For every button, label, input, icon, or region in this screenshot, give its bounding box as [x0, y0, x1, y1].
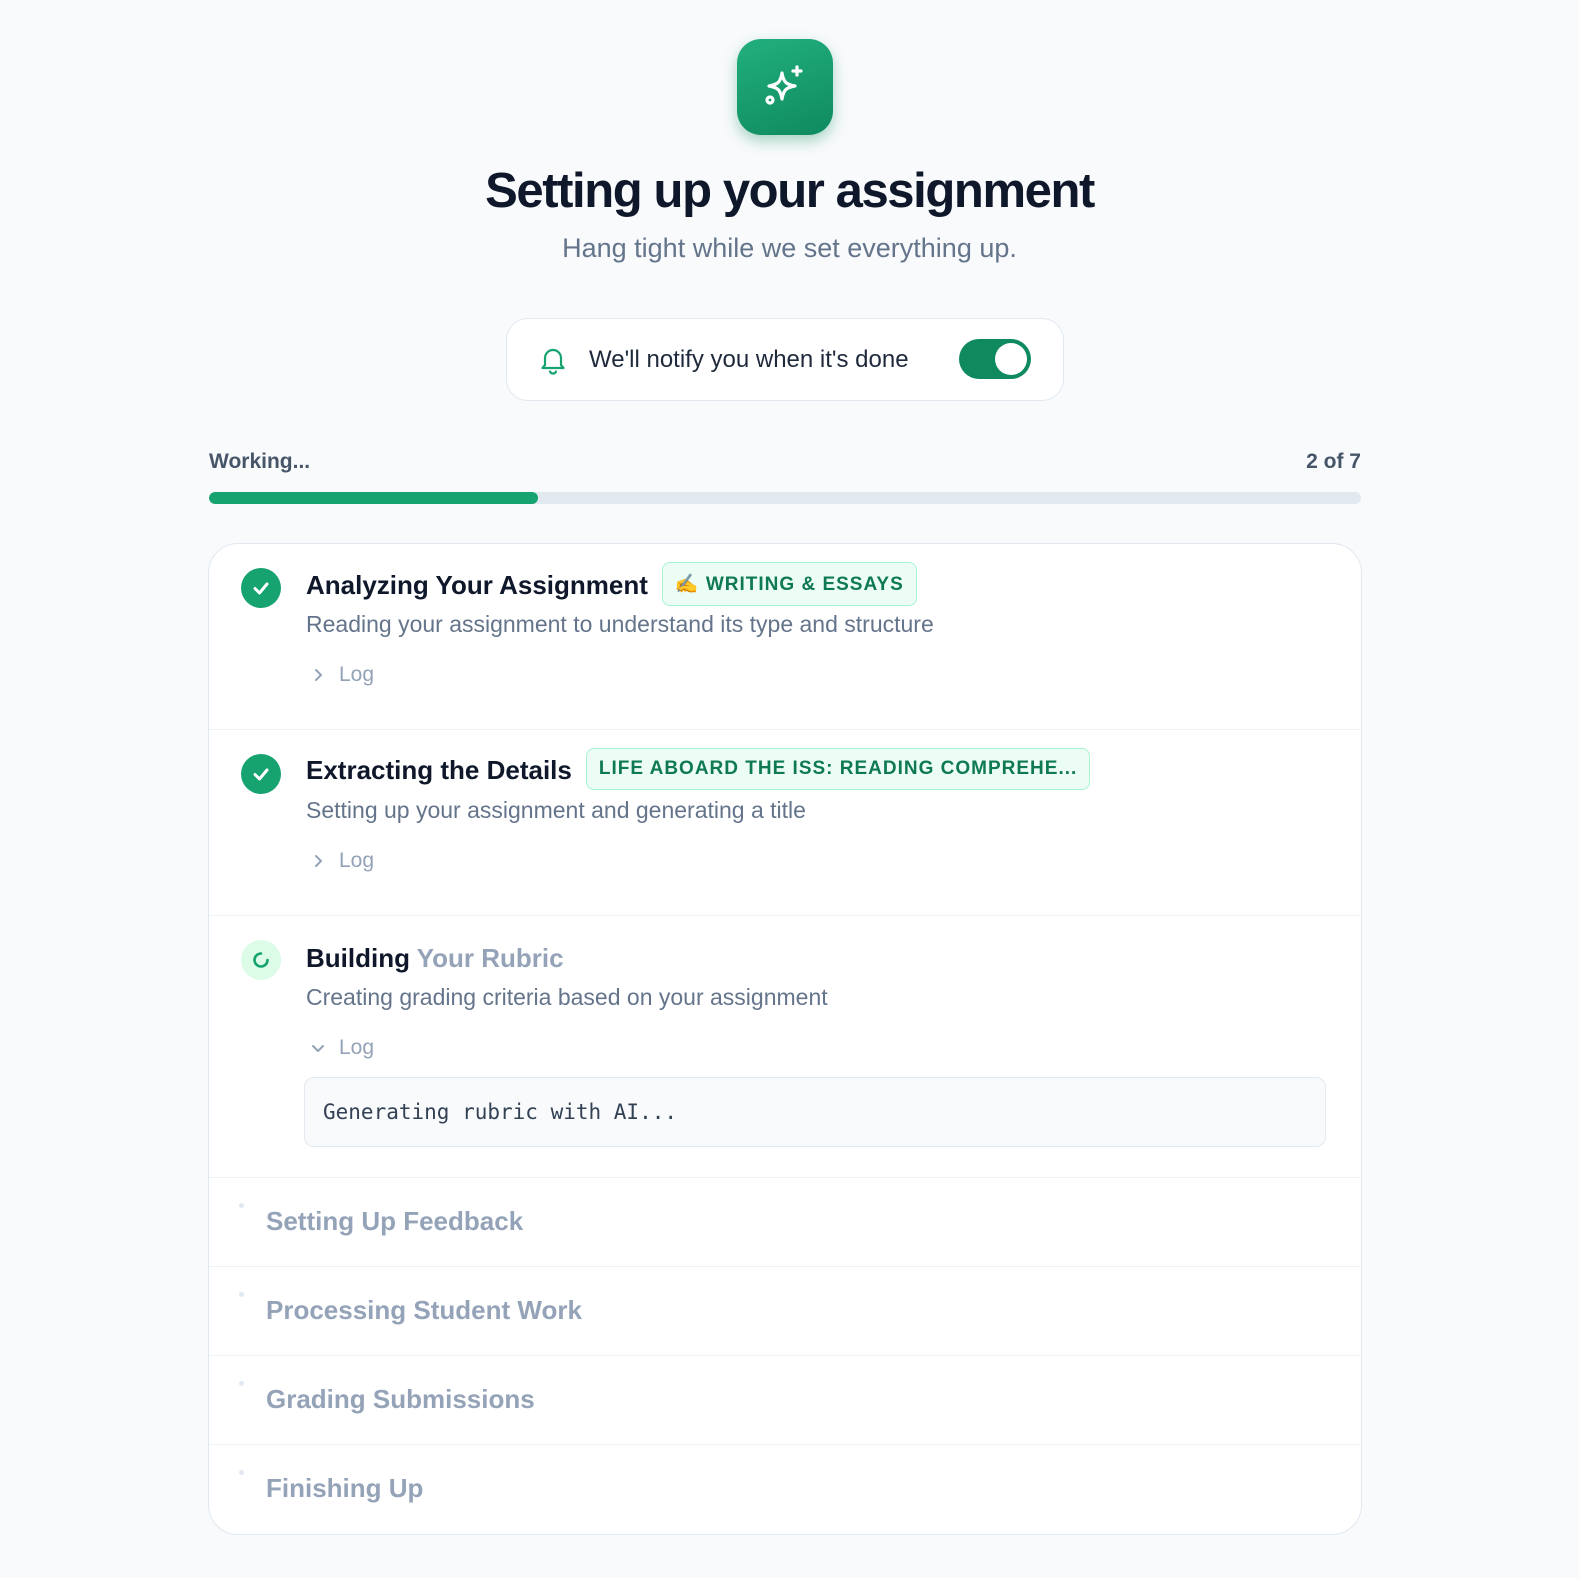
- progress-status: Working...: [209, 450, 311, 473]
- step-title-text: Analyzing Your Assignment: [306, 569, 648, 600]
- spinner-icon: [241, 940, 281, 980]
- step-title: Processing Student Work: [266, 1295, 582, 1325]
- step-title: Extracting the Details LIFE ABOARD THE IS…: [306, 748, 1091, 793]
- toggle-knob: [995, 343, 1027, 375]
- step-title: Analyzing Your Assignment ✍️ WRITING & ES…: [306, 562, 917, 609]
- notify-toggle[interactable]: [959, 339, 1031, 379]
- assignment-title-badge: LIFE ABOARD THE ISS: READING COMPREHE...: [585, 748, 1091, 790]
- step-item-pending: Grading Submissions: [209, 1356, 1361, 1445]
- log-toggle[interactable]: Log: [309, 663, 374, 687]
- progress-count: 2 of 7: [1306, 450, 1361, 473]
- check-circle-icon: [241, 754, 281, 794]
- bell-icon: [539, 345, 567, 375]
- step-title: Grading Submissions: [266, 1384, 535, 1414]
- step-item: Extracting the Details LIFE ABOARD THE IS…: [209, 730, 1361, 916]
- check-circle-icon: [241, 568, 281, 608]
- step-title-text-dim: Your Rubric: [409, 943, 564, 973]
- chevron-right-icon: [309, 852, 327, 870]
- step-title: Building Your Rubric: [306, 943, 564, 974]
- log-toggle[interactable]: Log: [309, 1036, 374, 1060]
- step-item-active: Building Your Rubric Creating grading cr…: [209, 916, 1361, 1178]
- chevron-down-icon: [309, 1039, 327, 1057]
- log-label: Log: [339, 1036, 375, 1059]
- steps-card: Analyzing Your Assignment ✍️ WRITING & ES…: [208, 543, 1362, 1535]
- step-description: Setting up your assignment and generatin…: [306, 797, 806, 823]
- log-output: Generating rubric with AI...: [304, 1077, 1326, 1147]
- step-item-pending: Processing Student Work: [209, 1267, 1361, 1356]
- pending-dot-icon: [239, 1381, 244, 1386]
- pending-dot-icon: [239, 1470, 244, 1475]
- step-title: Setting Up Feedback: [266, 1206, 524, 1236]
- setup-progress-page: Setting up your assignment Hang tight wh…: [0, 0, 1579, 1578]
- pending-dot-icon: [239, 1203, 244, 1208]
- step-item: Analyzing Your Assignment ✍️ WRITING & ES…: [209, 544, 1361, 730]
- log-label: Log: [339, 663, 375, 686]
- step-title-text: Extracting the Details: [306, 754, 572, 785]
- progress-bar: [209, 492, 1361, 504]
- step-item-pending: Setting Up Feedback: [209, 1178, 1361, 1267]
- step-description: Creating grading criteria based on your …: [306, 984, 828, 1010]
- page-title: Setting up your assignment: [485, 164, 1095, 218]
- category-badge: ✍️ WRITING & ESSAYS: [661, 562, 917, 606]
- notify-label: We'll notify you when it's done: [589, 345, 909, 373]
- step-item-pending: Finishing Up: [209, 1445, 1361, 1534]
- step-description: Reading your assignment to understand it…: [306, 611, 934, 637]
- page-subtitle: Hang tight while we set everything up.: [562, 233, 1017, 263]
- chevron-right-icon: [309, 666, 327, 684]
- progress-bar-fill: [209, 492, 539, 504]
- log-toggle[interactable]: Log: [309, 849, 374, 873]
- log-label: Log: [339, 849, 375, 872]
- step-title-text: Building: [306, 943, 410, 973]
- notify-panel: We'll notify you when it's done: [506, 318, 1064, 401]
- sparkles-icon: [737, 39, 833, 135]
- step-title: Finishing Up: [266, 1473, 424, 1503]
- pending-dot-icon: [239, 1292, 244, 1297]
